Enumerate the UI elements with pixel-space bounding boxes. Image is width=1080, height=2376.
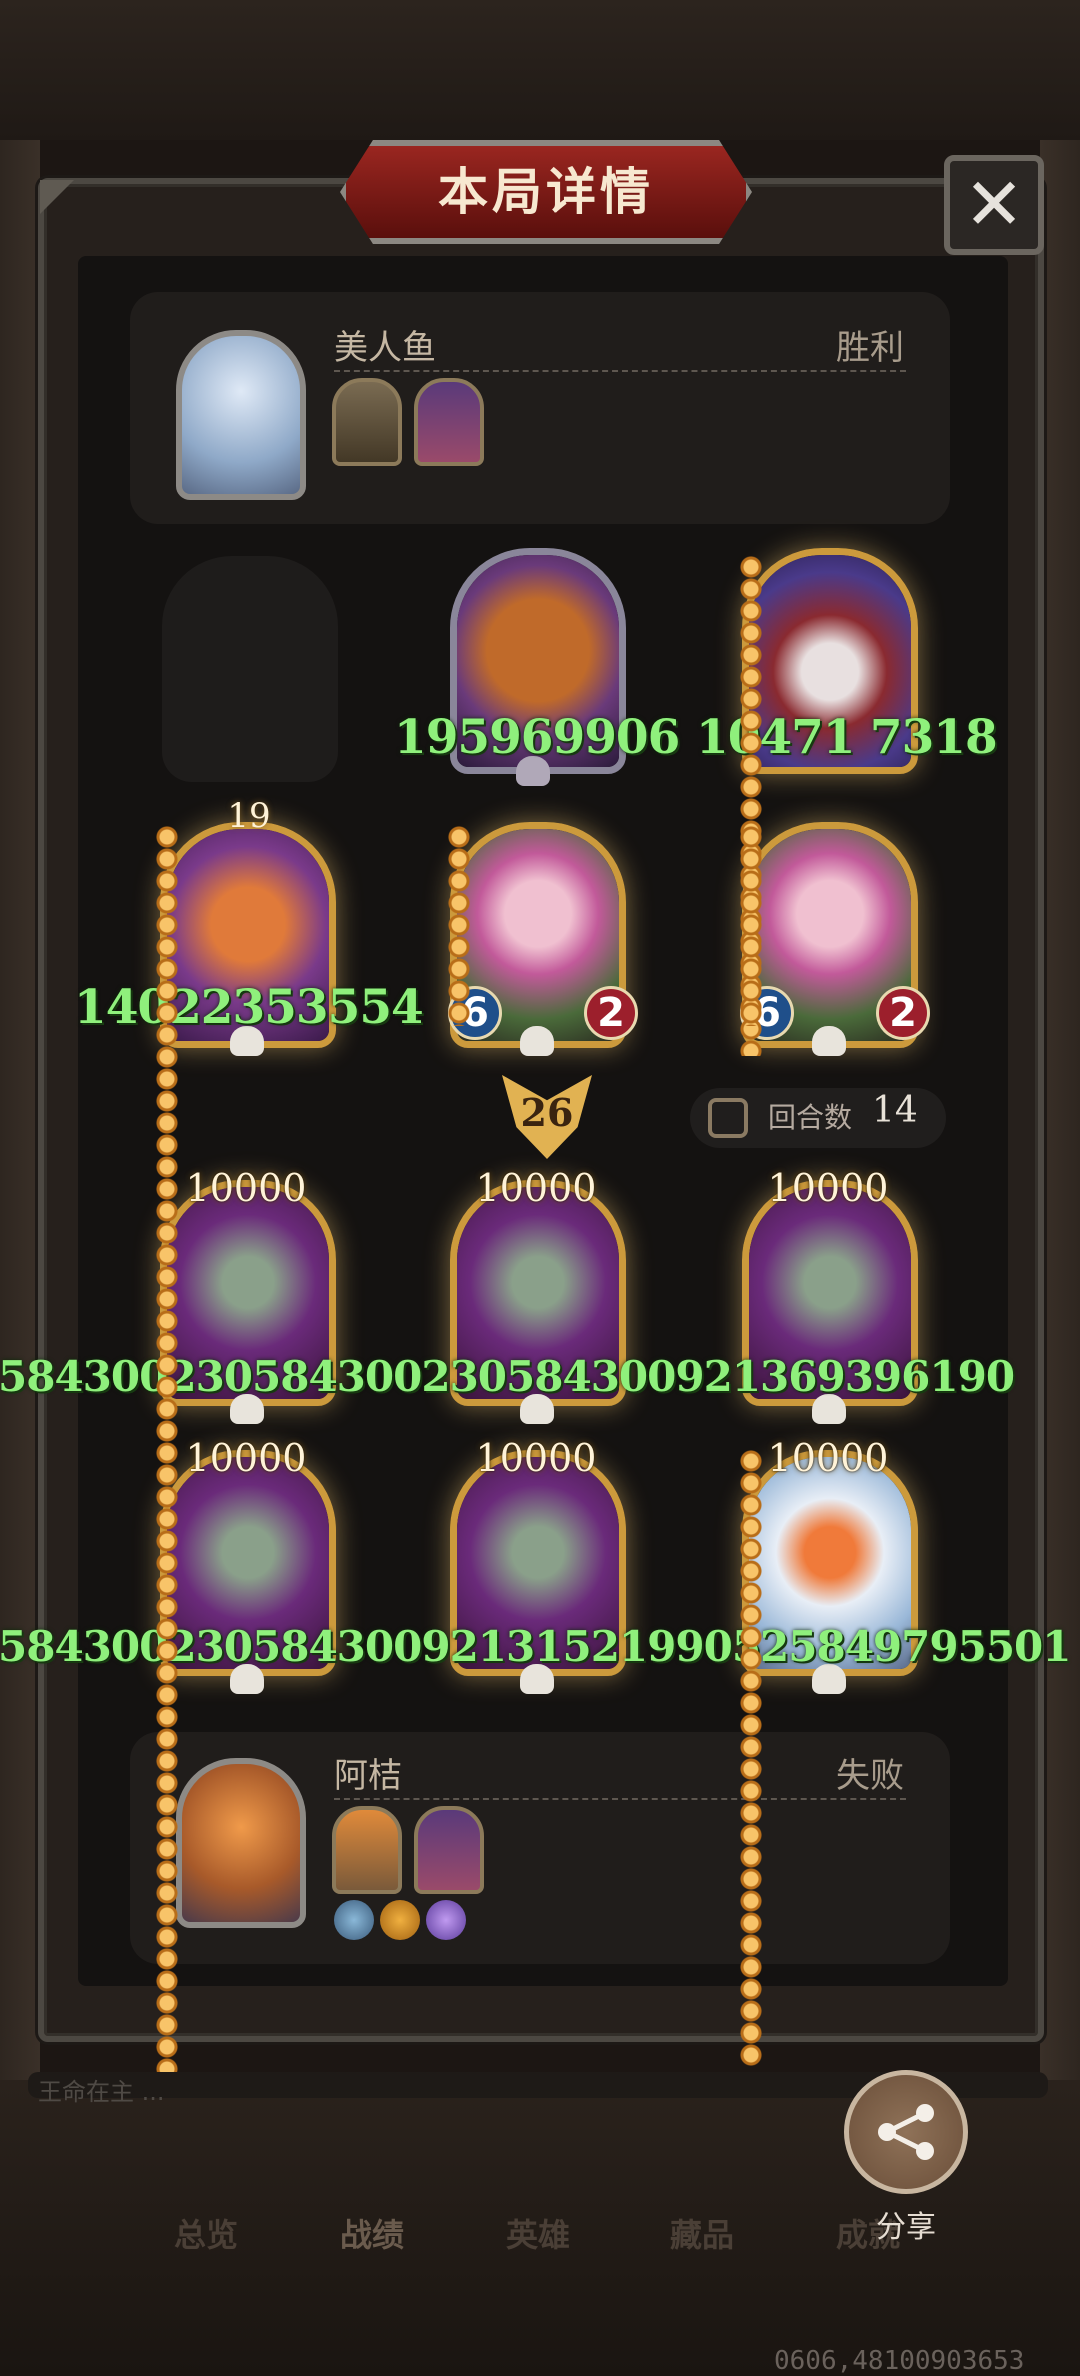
damage-overlay: 195969906 bbox=[394, 710, 680, 765]
top-player-name: 美人鱼 bbox=[334, 328, 436, 368]
damage-overlay: 584300230584300230584300921369396190 bbox=[0, 1352, 1015, 1401]
share-label: 分享 bbox=[876, 2210, 936, 2245]
health-value: 2 bbox=[584, 986, 638, 1040]
top-background bbox=[0, 0, 1080, 140]
minion-value: 10000 bbox=[185, 1166, 307, 1210]
nav-overview[interactable]: 总览 bbox=[174, 2210, 238, 2256]
nav-collection[interactable]: 藏品 bbox=[670, 2210, 734, 2256]
share-button[interactable] bbox=[844, 2070, 968, 2194]
tavern-tier-value: 26 bbox=[520, 1090, 574, 1135]
bottom-player-name: 阿桔 bbox=[334, 1756, 402, 1796]
avatar[interactable] bbox=[176, 1758, 306, 1928]
bead-chain bbox=[740, 1450, 762, 2066]
empty-minion-slot bbox=[162, 556, 338, 782]
bead-chain bbox=[156, 826, 178, 2240]
page-title: 本局详情 bbox=[438, 163, 654, 221]
avatar[interactable] bbox=[176, 330, 306, 500]
bead-chain bbox=[448, 826, 470, 1026]
minion-value: 10000 bbox=[767, 1436, 889, 1480]
coordinate-readout: 0606,48100903653 bbox=[774, 2346, 1025, 2376]
nav-heroes[interactable]: 英雄 bbox=[506, 2210, 570, 2256]
round-label: 回合数 bbox=[768, 1101, 853, 1134]
trinket-slot[interactable] bbox=[414, 378, 484, 466]
divider bbox=[334, 1798, 906, 1800]
nav-records[interactable]: 战绩 bbox=[340, 2210, 404, 2256]
minion-value: 10000 bbox=[475, 1436, 597, 1480]
trinket-slot[interactable] bbox=[332, 378, 402, 466]
bead-chain bbox=[740, 826, 762, 1026]
trait-icon bbox=[334, 1900, 374, 1940]
close-button[interactable]: ✕ bbox=[944, 155, 1044, 255]
trait-icon bbox=[380, 1900, 420, 1940]
share-icon bbox=[878, 2104, 934, 2160]
skull-icon bbox=[520, 1026, 554, 1056]
close-icon: ✕ bbox=[963, 162, 1025, 246]
left-background bbox=[0, 140, 40, 2100]
refresh-icon bbox=[708, 1098, 748, 1138]
divider bbox=[334, 370, 906, 372]
right-background bbox=[1040, 140, 1080, 2100]
minion-value: 10000 bbox=[767, 1166, 889, 1210]
minion-level: 19 bbox=[227, 796, 271, 836]
top-player-result: 胜利 bbox=[836, 328, 904, 368]
damage-overlay: 14022353554 bbox=[74, 980, 424, 1035]
trinket-slot[interactable] bbox=[332, 1806, 402, 1894]
trait-icon bbox=[426, 1900, 466, 1940]
round-value: 14 bbox=[872, 1090, 918, 1131]
minion-value: 10000 bbox=[185, 1436, 307, 1480]
skull-icon bbox=[812, 1026, 846, 1056]
bottom-player-result: 失败 bbox=[836, 1756, 904, 1796]
minion-value: 10000 bbox=[475, 1166, 597, 1210]
trinket-slot[interactable] bbox=[414, 1806, 484, 1894]
health-value: 2 bbox=[876, 986, 930, 1040]
